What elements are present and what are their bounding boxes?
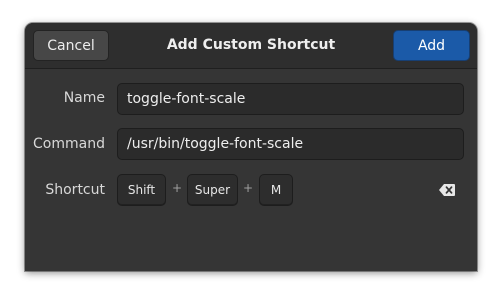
name-label: Name <box>63 90 105 106</box>
add-button[interactable]: Add <box>393 30 470 61</box>
shortcut-label: Shortcut <box>45 182 105 198</box>
command-label: Command <box>33 136 105 152</box>
backspace-clear-icon[interactable] <box>439 184 455 196</box>
shortcut-plus-1: + <box>172 181 183 195</box>
add-shortcut-dialog: Add Custom Shortcut Cancel Add Name togg… <box>25 23 477 271</box>
shortcut-plus-2: + <box>243 181 254 195</box>
cancel-button[interactable]: Cancel <box>33 30 109 61</box>
header-bar: Add Custom Shortcut Cancel Add <box>25 23 477 69</box>
shortcut-key-m[interactable]: M <box>259 174 293 206</box>
shortcut-key-shift[interactable]: Shift <box>117 174 166 206</box>
command-input[interactable]: /usr/bin/toggle-font-scale <box>117 128 464 160</box>
name-input[interactable]: toggle-font-scale <box>117 83 464 115</box>
shortcut-key-super[interactable]: Super <box>187 174 238 206</box>
